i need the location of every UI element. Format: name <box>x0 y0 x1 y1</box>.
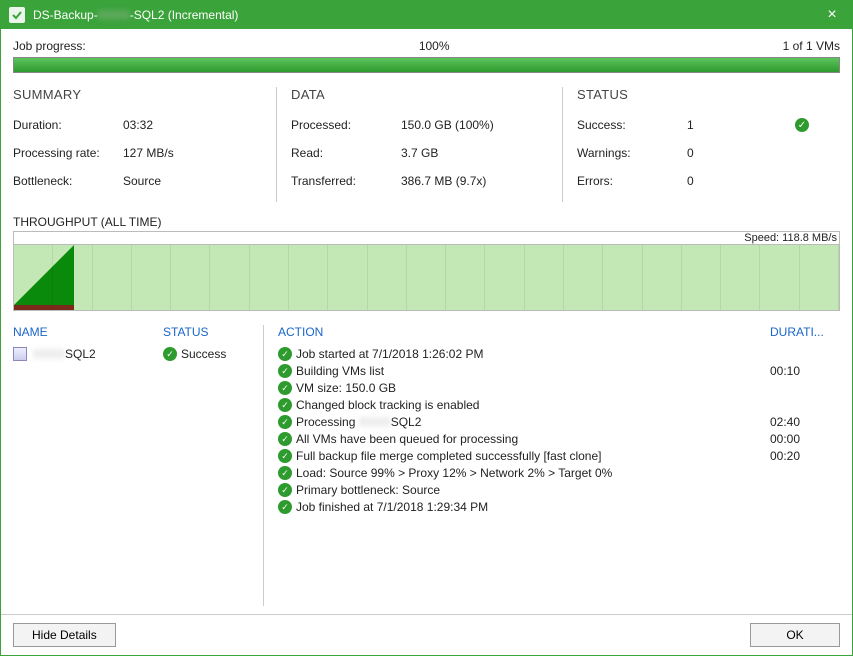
action-log-panel: ACTION DURATI... ✓ Job started at 7/1/201… <box>263 325 840 606</box>
table-row[interactable]: XXXXSQL2 ✓ Success <box>13 347 255 361</box>
check-icon: ✓ <box>163 347 177 361</box>
job-progress-percent: 100% <box>419 39 450 53</box>
transferred-value: 386.7 MB (9.7x) <box>401 174 501 188</box>
action-text: Building VMs list <box>296 364 770 378</box>
check-icon: ✓ <box>278 398 292 412</box>
status-column: STATUS Success: 1 ✓ Warnings:0 Errors:0 <box>563 87 840 202</box>
list-item: ✓ Changed block tracking is enabled <box>278 398 840 412</box>
action-text: Job started at 7/1/2018 1:26:02 PM <box>296 347 770 361</box>
read-label: Read: <box>291 146 401 160</box>
check-icon: ✓ <box>278 432 292 446</box>
ok-button[interactable]: OK <box>750 623 840 647</box>
vm-list-panel: NAME STATUS XXXXSQL2 ✓ Success <box>13 325 263 606</box>
status-col-header[interactable]: STATUS <box>163 325 255 339</box>
check-icon: ✓ <box>278 364 292 378</box>
action-text: Full backup file merge completed success… <box>296 449 770 463</box>
name-col-header[interactable]: NAME <box>13 325 163 339</box>
action-text: All VMs have been queued for processing <box>296 432 770 446</box>
action-text: VM size: 150.0 GB <box>296 381 770 395</box>
vm-status: Success <box>181 347 226 361</box>
vm-icon <box>13 347 27 361</box>
close-icon[interactable]: × <box>820 6 844 24</box>
data-column: DATA Processed:150.0 GB (100%) Read:3.7 … <box>276 87 563 202</box>
throughput-header: THROUGHPUT (ALL TIME) <box>13 215 840 232</box>
check-icon: ✓ <box>278 381 292 395</box>
duration-col-header[interactable]: DURATI... <box>770 325 840 339</box>
action-duration: 02:40 <box>770 415 840 429</box>
hide-details-button[interactable]: Hide Details <box>13 623 116 647</box>
rate-value: 127 MB/s <box>123 146 223 160</box>
check-icon: ✓ <box>278 415 292 429</box>
errors-value: 0 <box>687 174 787 188</box>
success-value: 1 <box>687 118 787 132</box>
status-header: STATUS <box>577 87 840 102</box>
summary-column: SUMMARY Duration:03:32 Processing rate:1… <box>13 87 276 202</box>
list-item: ✓ Primary bottleneck: Source <box>278 483 840 497</box>
errors-label: Errors: <box>577 174 687 188</box>
action-text: Job finished at 7/1/2018 1:29:34 PM <box>296 500 770 514</box>
vm-name: XXXXSQL2 <box>33 347 96 361</box>
bottleneck-value: Source <box>123 174 223 188</box>
action-text: Primary bottleneck: Source <box>296 483 770 497</box>
list-item: ✓ Load: Source 99% > Proxy 12% > Network … <box>278 466 840 480</box>
list-item: ✓ All VMs have been queued for processing… <box>278 432 840 446</box>
list-item: ✓ Job finished at 7/1/2018 1:29:34 PM <box>278 500 840 514</box>
list-item: ✓ Full backup file merge completed succes… <box>278 449 840 463</box>
window-title: DS-Backup-XXXX-SQL2 (Incremental) <box>33 8 820 22</box>
transferred-label: Transferred: <box>291 174 401 188</box>
list-item: ✓ VM size: 150.0 GB <box>278 381 840 395</box>
list-item: ✓ Job started at 7/1/2018 1:26:02 PM <box>278 347 840 361</box>
processed-label: Processed: <box>291 118 401 132</box>
throughput-chart: Speed: 118.8 MB/s <box>13 231 840 311</box>
action-duration: 00:00 <box>770 432 840 446</box>
read-value: 3.7 GB <box>401 146 501 160</box>
job-progress-label: Job progress: <box>13 39 86 53</box>
check-icon: ✓ <box>278 466 292 480</box>
check-icon: ✓ <box>795 118 809 132</box>
footer-bar: Hide Details OK <box>1 614 852 655</box>
list-item: ✓ Processing XXXXSQL202:40 <box>278 415 840 429</box>
check-icon: ✓ <box>278 500 292 514</box>
job-progress-vms: 1 of 1 VMs <box>783 39 840 53</box>
title-bar: DS-Backup-XXXX-SQL2 (Incremental) × <box>1 1 852 29</box>
action-duration: 00:20 <box>770 449 840 463</box>
action-col-header[interactable]: ACTION <box>278 325 770 339</box>
progress-bar <box>13 57 840 73</box>
throughput-speed: Speed: 118.8 MB/s <box>744 232 837 244</box>
action-text: Processing XXXXSQL2 <box>296 415 770 429</box>
warnings-value: 0 <box>687 146 787 160</box>
success-label: Success: <box>577 118 687 132</box>
action-text: Changed block tracking is enabled <box>296 398 770 412</box>
bottleneck-label: Bottleneck: <box>13 174 123 188</box>
action-duration: 00:10 <box>770 364 840 378</box>
summary-header: SUMMARY <box>13 87 276 102</box>
app-icon <box>9 7 25 23</box>
check-icon: ✓ <box>278 347 292 361</box>
warnings-label: Warnings: <box>577 146 687 160</box>
data-header: DATA <box>291 87 554 102</box>
processed-value: 150.0 GB (100%) <box>401 118 501 132</box>
action-text: Load: Source 99% > Proxy 12% > Network 2… <box>296 466 770 480</box>
duration-label: Duration: <box>13 118 123 132</box>
list-item: ✓ Building VMs list00:10 <box>278 364 840 378</box>
check-icon: ✓ <box>278 449 292 463</box>
rate-label: Processing rate: <box>13 146 123 160</box>
duration-value: 03:32 <box>123 118 223 132</box>
check-icon: ✓ <box>278 483 292 497</box>
